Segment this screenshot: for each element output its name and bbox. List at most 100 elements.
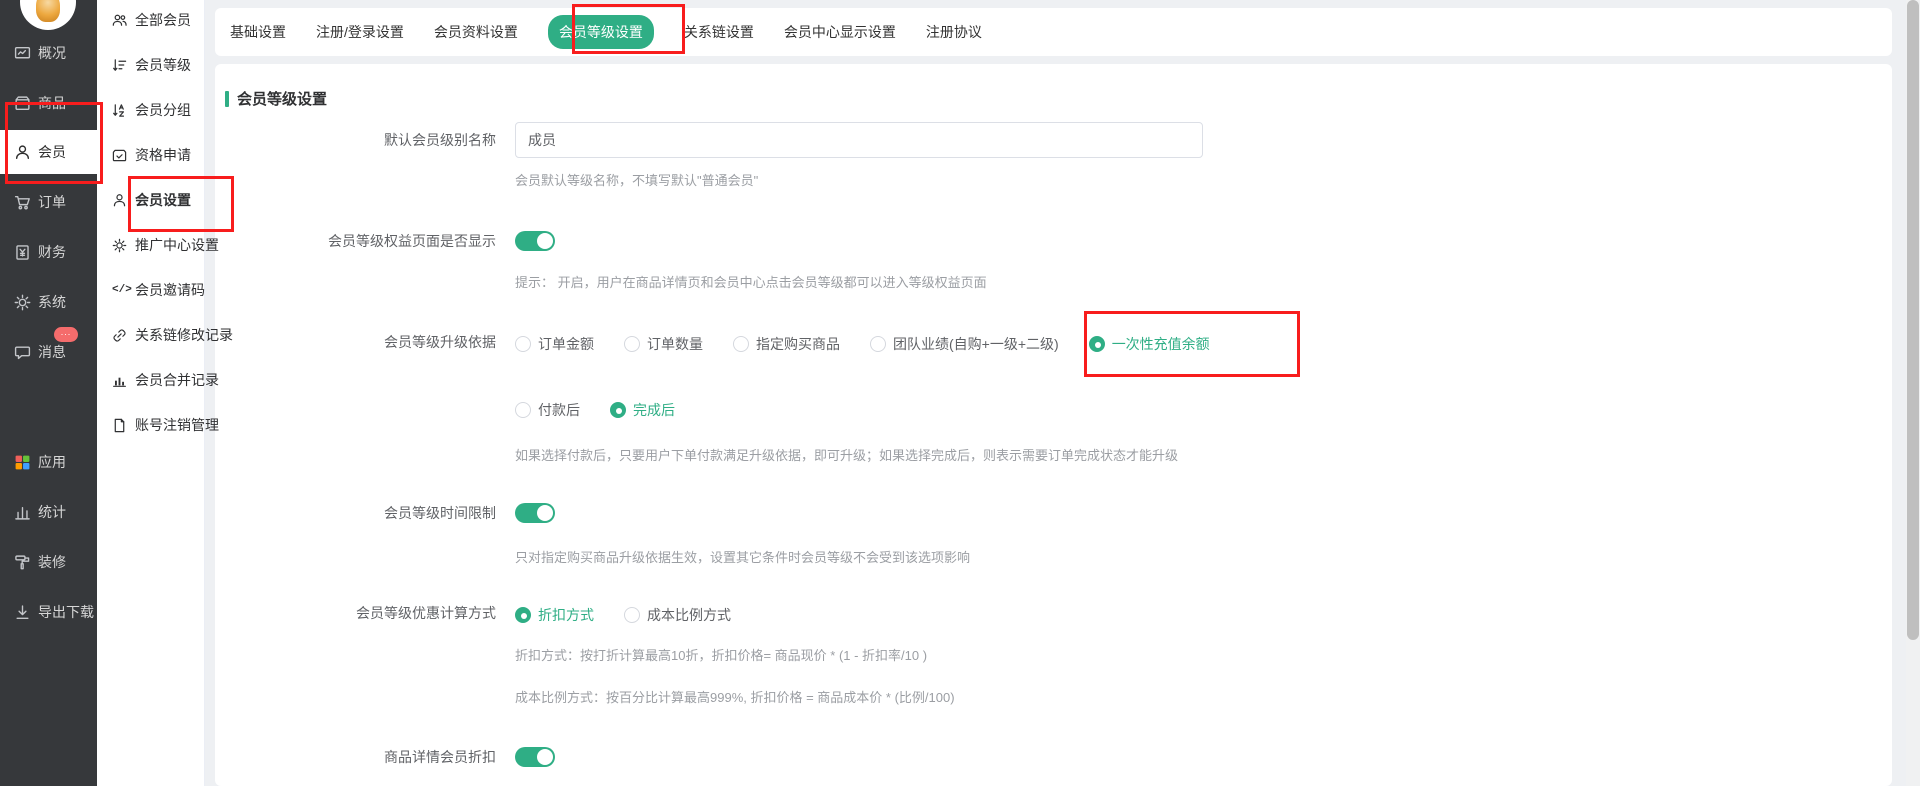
submenu-qualification[interactable]: 资格申请 xyxy=(97,141,205,169)
benefit-page-hint: 提示： 开启，用户在商品详情页和会员中心点击会员等级都可以进入等级权益页面 xyxy=(515,272,987,291)
submenu-member-settings[interactable]: 会员设置 xyxy=(97,186,205,214)
submenu-label: 会员邀请码 xyxy=(135,280,205,300)
person-icon xyxy=(112,193,127,208)
row-time-limit: 会员等级时间限制 xyxy=(215,496,1892,530)
submenu-label: 资格申请 xyxy=(135,145,191,165)
discount-mode-radio-group: 折扣方式 成本比例方式 xyxy=(515,605,731,625)
submenu-relation-chain[interactable]: 关系链修改记录 xyxy=(97,321,205,349)
sidebar-item-overview[interactable]: 概况 xyxy=(0,39,97,67)
submenu-label: 会员等级 xyxy=(135,55,191,75)
document-icon xyxy=(112,418,127,433)
radio-after-completion[interactable]: 完成后 xyxy=(610,400,675,420)
radio-cost-ratio-mode[interactable]: 成本比例方式 xyxy=(624,605,731,625)
submenu-merge-record[interactable]: 会员合并记录 xyxy=(97,366,205,394)
sidebar-item-stats[interactable]: 统计 xyxy=(0,498,97,526)
toggle-knob xyxy=(537,749,553,765)
radio-discount-mode[interactable]: 折扣方式 xyxy=(515,605,594,625)
submenu-account-cancel[interactable]: 账号注销管理 xyxy=(97,411,205,439)
sidebar-item-label: 统计 xyxy=(38,502,66,522)
sidebar-item-apps[interactable]: 应用 xyxy=(0,448,97,476)
gear-icon xyxy=(14,294,31,311)
field-label: 默认会员级别名称 xyxy=(215,122,496,158)
radio-dot xyxy=(610,402,626,418)
sidebar-item-finance[interactable]: 财务 xyxy=(0,238,97,266)
sidebar-item-message[interactable]: 消息 xyxy=(0,338,97,366)
sidebar-item-order[interactable]: 订单 xyxy=(0,188,97,216)
submenu-member-group[interactable]: 会员分组 xyxy=(97,96,205,124)
time-limit-hint: 只对指定购买商品升级依据生效，设置其它条件时会员等级不会受到该选项影响 xyxy=(515,547,970,566)
sidebar-item-goods[interactable]: 商品 xyxy=(0,89,97,117)
chat-icon xyxy=(14,344,31,361)
gear-icon xyxy=(112,238,127,253)
sidebar-item-system[interactable]: 系统 xyxy=(0,288,97,316)
sidebar-item-label: 装修 xyxy=(38,552,66,572)
code-icon: </> xyxy=(112,284,127,296)
chart-icon xyxy=(112,373,127,388)
sidebar-item-label: 财务 xyxy=(38,242,66,262)
cart-icon xyxy=(14,194,31,211)
submenu-promotion-settings[interactable]: 推广中心设置 xyxy=(97,231,205,259)
submenu-label: 会员分组 xyxy=(135,100,191,120)
tab-member-profile-settings[interactable]: 会员资料设置 xyxy=(434,22,518,42)
sidebar-item-decorate[interactable]: 装修 xyxy=(0,548,97,576)
submenu-label: 推广中心设置 xyxy=(135,235,219,255)
tab-basic-settings[interactable]: 基础设置 xyxy=(230,22,286,42)
radio-dot xyxy=(515,336,531,352)
benefit-page-toggle[interactable] xyxy=(515,231,555,251)
settings-tabs: 基础设置 注册/登录设置 会员资料设置 会员等级设置 关系链设置 会员中心显示设… xyxy=(215,8,1892,56)
radio-one-time-recharge[interactable]: 一次性充值余额 xyxy=(1089,334,1210,354)
tab-register-agreement[interactable]: 注册协议 xyxy=(926,22,982,42)
row-upgrade-basis: 会员等级升级依据 订单金额 订单数量 指定购买商品 团队业绩(自购+一级+二级)… xyxy=(215,328,1892,356)
main-sidebar: 概况 商品 会员 订单 财务 系统 消息 ... 应用 xyxy=(0,0,97,786)
discount-mode-hint: 折扣方式：按打折计算最高10折，折扣价格= 商品现价 * (1 - 折扣率/10… xyxy=(515,645,927,664)
field-label: 会员等级权益页面是否显示 xyxy=(215,224,496,258)
row-default-level-name: 默认会员级别名称 xyxy=(215,122,1892,158)
submenu-label: 全部会员 xyxy=(135,10,191,30)
field-label: 会员等级时间限制 xyxy=(215,496,496,530)
submenu-invite-code[interactable]: </> 会员邀请码 xyxy=(97,276,205,304)
sidebar-item-label: 订单 xyxy=(38,192,66,212)
row-benefit-page: 会员等级权益页面是否显示 xyxy=(215,224,1892,258)
tab-relation-chain-settings[interactable]: 关系链设置 xyxy=(684,22,754,42)
sidebar-item-export[interactable]: 导出下载 xyxy=(0,598,97,626)
radio-dot xyxy=(624,607,640,623)
submenu-label: 会员合并记录 xyxy=(135,370,219,390)
cost-ratio-hint: 成本比例方式：按百分比计算最高999%, 折扣价格 = 商品成本价 * (比例/… xyxy=(515,687,955,706)
sidebar-item-label: 导出下载 xyxy=(38,602,94,622)
upgrade-timing-hint: 如果选择付款后，只要用户下单付款满足升级依据，即可升级；如果选择完成后，则表示需… xyxy=(515,445,1178,464)
detail-discount-toggle[interactable] xyxy=(515,747,555,767)
radio-order-amount[interactable]: 订单金额 xyxy=(515,334,594,354)
upgrade-timing-radio-group: 付款后 完成后 xyxy=(515,400,675,420)
radio-after-payment[interactable]: 付款后 xyxy=(515,400,580,420)
submenu-label: 关系链修改记录 xyxy=(135,325,233,345)
finance-icon xyxy=(14,244,31,261)
radio-specified-goods[interactable]: 指定购买商品 xyxy=(733,334,840,354)
download-icon xyxy=(14,604,31,621)
default-level-hint: 会员默认等级名称，不填写默认"普通会员" xyxy=(515,170,758,189)
submenu-all-members[interactable]: 全部会员 xyxy=(97,6,205,34)
field-label: 商品详情会员折扣 xyxy=(215,740,496,774)
tab-member-level-settings[interactable]: 会员等级设置 xyxy=(548,15,654,49)
page-scrollbar[interactable] xyxy=(1906,0,1920,786)
tab-member-center-display-settings[interactable]: 会员中心显示设置 xyxy=(784,22,896,42)
submenu-member-level[interactable]: 会员等级 xyxy=(97,51,205,79)
radio-order-count[interactable]: 订单数量 xyxy=(624,334,703,354)
time-limit-toggle[interactable] xyxy=(515,503,555,523)
field-label: 会员等级优惠计算方式 xyxy=(215,599,496,627)
goods-icon xyxy=(14,95,31,112)
radio-team-performance[interactable]: 团队业绩(自购+一级+二级) xyxy=(870,334,1059,354)
row-upgrade-timing: 付款后 完成后 xyxy=(215,394,1892,422)
sort-az-icon xyxy=(112,103,127,118)
default-level-name-input[interactable] xyxy=(515,122,1203,158)
scrollbar-thumb[interactable] xyxy=(1907,0,1919,640)
sidebar-item-label: 概况 xyxy=(38,43,66,63)
avatar[interactable] xyxy=(20,0,76,30)
sidebar-item-member[interactable]: 会员 xyxy=(0,130,97,174)
sort-level-icon xyxy=(112,58,127,73)
radio-dot xyxy=(870,336,886,352)
tab-register-login-settings[interactable]: 注册/登录设置 xyxy=(316,22,404,42)
sidebar-item-label: 商品 xyxy=(38,93,66,113)
field-label: 会员等级升级依据 xyxy=(215,328,496,356)
members-icon xyxy=(112,13,127,28)
folder-check-icon xyxy=(112,148,127,163)
